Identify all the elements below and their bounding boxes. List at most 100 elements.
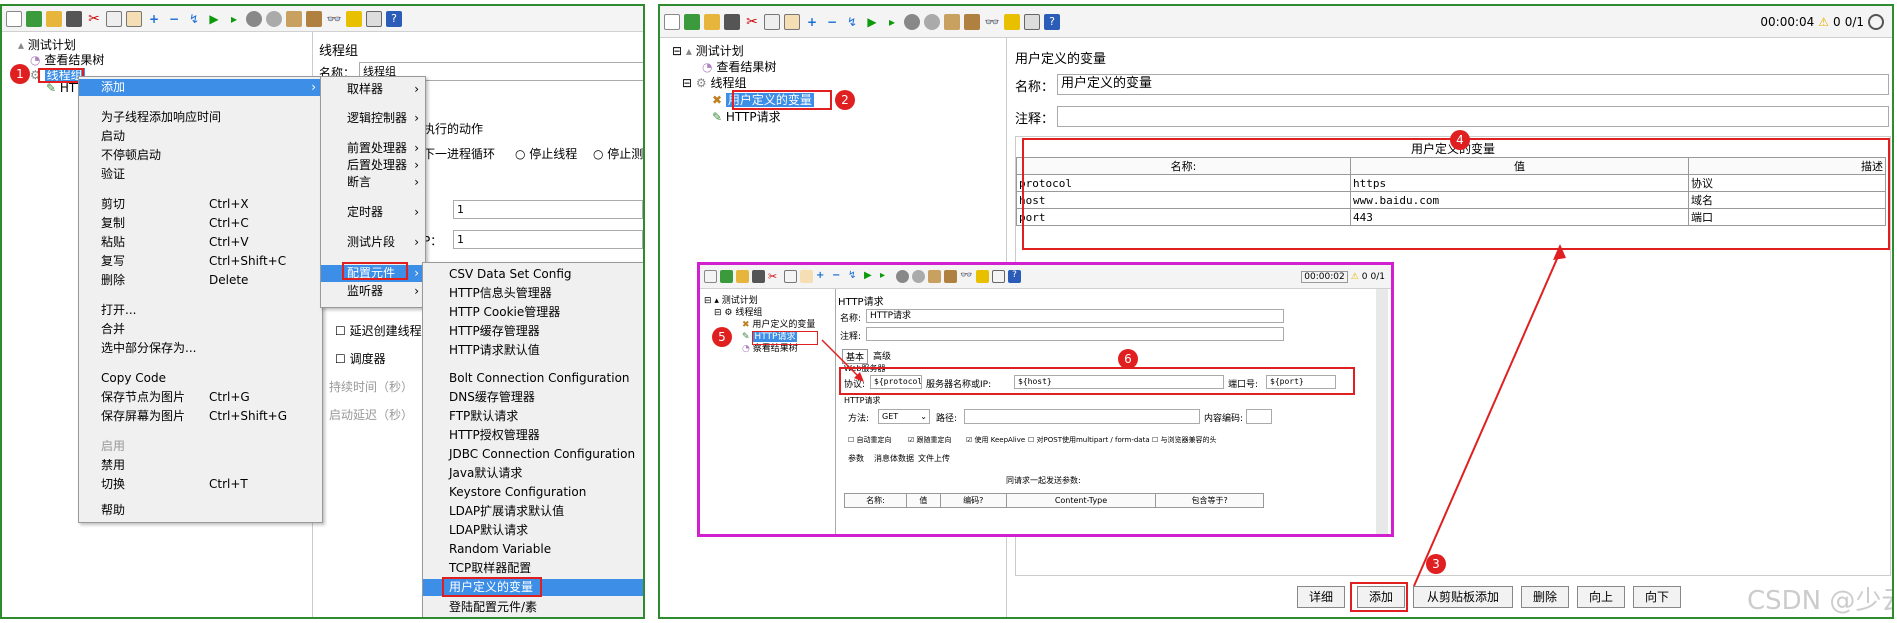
config-login[interactable]: 登陆配置元件/素 [423, 599, 643, 616]
cb-auto-redirect[interactable]: ☐ 自动重定向 [848, 435, 892, 445]
new-icon[interactable] [664, 13, 680, 30]
stop-icon[interactable] [904, 13, 920, 30]
submenu-postprocessor[interactable]: 后置处理器 › [321, 157, 425, 174]
open-icon[interactable] [704, 13, 720, 30]
cb-browser-headers[interactable]: ☐ 与浏览器兼容的头 [1152, 435, 1217, 445]
ramp-field[interactable]: 1 [453, 230, 643, 249]
warning-icon[interactable]: ⚠ [1351, 272, 1359, 282]
stop-icon[interactable] [246, 10, 262, 27]
reset-search-icon[interactable] [976, 270, 989, 283]
search-icon[interactable]: 👓 [326, 11, 342, 27]
copy-icon[interactable] [106, 10, 122, 27]
function-helper-icon[interactable] [992, 270, 1005, 283]
th-include-equals[interactable]: 包含等于? [1155, 493, 1264, 508]
move-down-button[interactable]: 向下 [1633, 586, 1681, 608]
radio-stop-thread[interactable]: ○ 停止线程 [515, 145, 577, 162]
open-icon[interactable] [46, 10, 62, 27]
submenu-sampler[interactable]: 取样器 › [321, 81, 425, 98]
menu-item-validate[interactable]: 验证 [79, 166, 322, 183]
cb-follow-redirect[interactable]: ☑ 跟随重定向 [908, 435, 952, 445]
collapse-icon[interactable]: − [166, 11, 182, 27]
start-no-pause-icon[interactable]: ▸ [226, 11, 242, 27]
name-field[interactable]: HTTP请求 [866, 309, 1284, 323]
config-ldap-ext[interactable]: LDAP扩展请求默认值 [423, 503, 643, 520]
scheduler-checkbox[interactable]: ☐ 调度器 [335, 350, 386, 367]
start-icon[interactable]: ▶ [206, 11, 222, 27]
templates-icon[interactable] [26, 10, 42, 27]
threads-field[interactable]: 1 [453, 200, 643, 219]
config-keystore[interactable]: Keystore Configuration [423, 484, 643, 501]
clear-icon[interactable] [944, 13, 960, 30]
templates-icon[interactable] [684, 13, 700, 30]
save-icon[interactable] [752, 270, 765, 283]
menu-item-save-node-image[interactable]: 保存节点为图片 Ctrl+G [79, 389, 322, 406]
config-random-variable[interactable]: Random Variable [423, 541, 643, 558]
delay-create-checkbox[interactable]: ☐ 延迟创建线程 [335, 322, 422, 339]
path-field[interactable] [964, 409, 1200, 424]
help-icon[interactable]: ? [1008, 270, 1021, 283]
new-icon[interactable] [6, 10, 22, 27]
expand-icon[interactable]: + [816, 270, 829, 283]
submenu-listener[interactable]: 监听器 › [321, 283, 425, 300]
menu-item-paste[interactable]: 粘贴 Ctrl+V [79, 234, 322, 251]
config-java-defaults[interactable]: Java默认请求 [423, 465, 643, 482]
toggle-icon[interactable]: ↯ [848, 270, 861, 283]
cb-keepalive[interactable]: ☑ 使用 KeepAlive [966, 435, 1025, 445]
menu-item-copy-code[interactable]: Copy Code [79, 370, 322, 387]
start-icon[interactable]: ▶ [864, 270, 877, 283]
reset-search-icon[interactable] [1004, 13, 1020, 30]
help-icon[interactable]: ? [1044, 13, 1060, 30]
tree-node-results[interactable]: ◔ 查看结果树 [702, 58, 776, 75]
tab-params[interactable]: 参数 [848, 453, 864, 464]
tree-node-thread-group[interactable]: ⊟ ⚙ 线程组 [682, 74, 746, 91]
comment-field[interactable] [866, 327, 1284, 341]
save-icon[interactable] [724, 13, 740, 30]
method-select[interactable]: GET ⌄ [878, 409, 930, 424]
start-no-pause-icon[interactable]: ▸ [880, 270, 893, 283]
paste-icon[interactable] [126, 10, 142, 27]
move-up-button[interactable]: 向上 [1577, 586, 1625, 608]
start-icon[interactable]: ▶ [864, 14, 880, 30]
cut-icon[interactable]: ✂ [86, 11, 102, 27]
radio-stop-test[interactable]: ○ 停止测 [593, 145, 643, 162]
th-name[interactable]: 名称: [844, 493, 907, 508]
detail-button[interactable]: 详细 [1297, 586, 1345, 608]
tab-file-upload[interactable]: 文件上传 [918, 453, 950, 464]
cut-icon[interactable]: ✂ [744, 14, 760, 30]
stop-icon[interactable] [896, 270, 909, 283]
config-header-manager[interactable]: HTTP信息头管理器 [423, 285, 643, 302]
shutdown-icon[interactable] [266, 10, 282, 27]
toggle-icon[interactable]: ↯ [186, 11, 202, 27]
clear-all-icon[interactable] [944, 270, 957, 283]
menu-item-disable[interactable]: 禁用 [79, 457, 322, 474]
tab-advanced[interactable]: 高级 [870, 349, 894, 362]
shutdown-icon[interactable] [912, 270, 925, 283]
config-auth-manager[interactable]: HTTP授权管理器 [423, 427, 643, 444]
warning-icon[interactable]: ⚠ [1818, 15, 1829, 29]
clear-all-icon[interactable] [964, 13, 980, 30]
reset-search-icon[interactable] [346, 10, 362, 27]
new-icon[interactable] [704, 270, 717, 283]
clear-all-icon[interactable] [306, 10, 322, 27]
function-helper-icon[interactable] [1024, 13, 1040, 30]
submenu-logic-controller[interactable]: 逻辑控制器 › [321, 110, 425, 127]
menu-item-save-screen-image[interactable]: 保存屏幕为图片 Ctrl+Shift+G [79, 408, 322, 425]
submenu-timer[interactable]: 定时器 › [321, 204, 425, 221]
th-encode[interactable]: 编码? [939, 493, 1007, 508]
config-jdbc[interactable]: JDBC Connection Configuration [423, 446, 643, 463]
tab-body-data[interactable]: 消息体数据 [874, 453, 914, 464]
config-bolt[interactable]: Bolt Connection Configuration [423, 370, 643, 387]
menu-item-save-selection[interactable]: 选中部分保存为... [79, 340, 322, 357]
submenu-preprocessor[interactable]: 前置处理器 › [321, 140, 425, 157]
config-cookie-manager[interactable]: HTTP Cookie管理器 [423, 304, 643, 321]
expand-icon[interactable]: + [146, 11, 162, 27]
paste-icon[interactable] [784, 13, 800, 30]
comment-field[interactable] [1057, 106, 1889, 127]
function-helper-icon[interactable] [366, 10, 382, 27]
menu-item-start-no-pause[interactable]: 不停顿启动 [79, 147, 322, 164]
menu-item-copy[interactable]: 复制 Ctrl+C [79, 215, 322, 232]
tree-node-http-request[interactable]: ✎ HTTP请求 [712, 108, 781, 125]
th-content-type[interactable]: Content-Type [1005, 493, 1157, 508]
templates-icon[interactable] [720, 270, 733, 283]
tree-node-test-plan[interactable]: ⊟ ▴ 测试计划 [672, 42, 744, 59]
